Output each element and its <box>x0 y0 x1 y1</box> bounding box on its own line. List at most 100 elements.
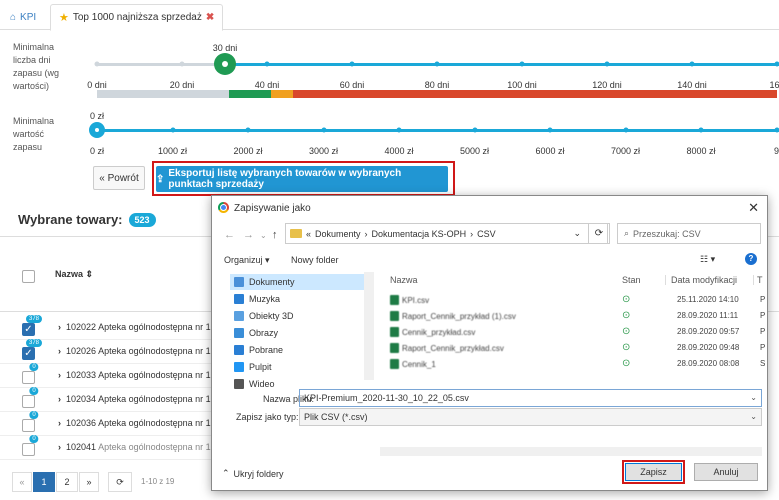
refresh-icon[interactable]: ⟳ <box>108 472 132 492</box>
slider-value-value: 0 zł <box>89 111 105 121</box>
close-tab-icon[interactable]: ✖ <box>206 6 214 30</box>
file-row[interactable]: Raport_Cennik_przykład.csv ⊙ 28.09.2020 09… <box>380 340 766 356</box>
up-arrow-icon[interactable]: ↑ <box>272 229 278 241</box>
slider-value-tick <box>170 127 175 133</box>
nav-item-obrazy[interactable]: Obrazy <box>234 325 278 341</box>
hide-folders-toggle[interactable]: ⌃ Ukryj foldery <box>222 468 284 479</box>
slider-days-track-right[interactable] <box>225 63 779 66</box>
row-checkbox[interactable] <box>22 443 35 456</box>
file-date: 28.09.2020 08:08 <box>677 359 740 368</box>
dialog-title: Zapisywanie jako <box>234 202 311 214</box>
chevron-right-icon[interactable]: › <box>58 322 61 332</box>
breadcrumb-csv[interactable]: CSV <box>477 229 496 239</box>
row-count-badge: 378 <box>25 339 43 347</box>
nav-item-pobrane[interactable]: Pobrane <box>234 342 283 358</box>
nav-item-pulpit[interactable]: Pulpit <box>234 359 272 375</box>
address-bar[interactable]: « Dokumenty › Dokumentacja KS-OPH › CSV … <box>285 223 608 244</box>
chevron-right-icon[interactable]: › <box>58 394 61 404</box>
sync-status-icon: ⊙ <box>622 310 631 321</box>
file-date: 28.09.2020 09:57 <box>677 327 740 336</box>
slider-value-tick-label: 1000 zł <box>157 146 188 156</box>
cancel-button[interactable]: Anuluj <box>694 463 758 481</box>
chevron-right-icon[interactable]: › <box>58 346 61 356</box>
breadcrumb-dokumenty[interactable]: Dokumenty <box>315 229 361 239</box>
chevron-down-icon[interactable]: ⌄ <box>573 228 581 239</box>
row-checkbox[interactable] <box>22 395 35 408</box>
pictures-icon <box>234 328 244 338</box>
nav-item-wideo[interactable]: Wideo <box>234 376 275 392</box>
filetype-select[interactable]: Plik CSV (*.csv) ⌄ <box>299 408 762 426</box>
table-row[interactable]: 0 › 102034 Apteka ogólnodostępna nr 1020 <box>0 387 226 412</box>
row-count-badge: 0 <box>29 435 39 443</box>
slider-value-handle[interactable] <box>89 122 105 138</box>
chevron-right-icon[interactable]: › <box>58 442 61 452</box>
row-checkbox[interactable] <box>22 371 35 384</box>
back-arrow-icon[interactable]: ← <box>224 229 235 241</box>
nav-item-obiekty-3d[interactable]: Obiekty 3D <box>234 308 294 324</box>
help-icon[interactable]: ? <box>745 253 757 265</box>
row-checkbox[interactable]: ✓ <box>22 323 35 336</box>
chevron-right-icon[interactable]: › <box>58 418 61 428</box>
file-row[interactable]: KPI.csv ⊙ 25.11.2020 14:10 P <box>380 292 765 308</box>
refresh-icon[interactable]: ⟳ <box>588 223 610 244</box>
chevron-right-icon[interactable]: › <box>58 370 61 380</box>
filename-input[interactable]: KPI-Premium_2020-11-30_10_22_05.csv ⌄ <box>299 389 762 407</box>
navigation-pane: Dokumenty Muzyka Obiekty 3D Obrazy Pobrane Pu… <box>222 272 374 389</box>
pager-page-2[interactable]: 2 <box>56 472 78 492</box>
search-input[interactable]: ⌕ Przeszukaj: CSV <box>617 223 761 244</box>
recent-dropdown-icon[interactable]: ⌄ <box>260 231 267 240</box>
save-dialog: Zapisywanie jako ✕ ← → ⌄ ↑ « Dokumenty ›… <box>211 195 768 491</box>
table-row[interactable]: 0 › 102041 Apteka ogólnodostępna nr 1020 <box>0 435 226 460</box>
table-row[interactable]: 0 › 102033 Apteka ogólnodostępna nr 1020 <box>0 363 226 388</box>
nav-scrollbar[interactable] <box>364 272 374 380</box>
new-folder-button[interactable]: Nowy folder <box>291 255 339 265</box>
table-row[interactable]: 0 › 102036 Apteka ogólnodostępna nr 1020 <box>0 411 226 436</box>
file-name: KPI.csv <box>390 295 429 305</box>
pager-first[interactable]: « <box>12 472 32 492</box>
pager-last[interactable]: » <box>79 472 99 492</box>
slider-days-track-left[interactable] <box>97 63 225 66</box>
organize-menu[interactable]: Organizuj ▾ <box>224 255 270 266</box>
color-bar-segment <box>292 90 777 98</box>
file-row[interactable]: Cennik_1 ⊙ 28.09.2020 08:08 S <box>380 356 765 372</box>
nav-item-muzyka[interactable]: Muzyka <box>234 291 280 307</box>
tab-kpi[interactable]: ⌂ KPI <box>2 4 44 31</box>
table-row[interactable]: ✓ 378 › 102026 Apteka ogólnodostępna nr 102… <box>0 339 226 364</box>
back-button[interactable]: « Powrót <box>93 166 145 190</box>
column-name[interactable]: Nazwa <box>390 275 418 285</box>
file-row[interactable]: Raport_Cennik_przykład (1).csv ⊙ 28.09.202… <box>380 308 765 324</box>
file-name: Raport_Cennik_przykład (1).csv <box>390 311 516 321</box>
column-status[interactable]: Stan <box>622 275 641 285</box>
highlight-box <box>152 161 455 196</box>
breadcrumb-dokumentacja[interactable]: Dokumentacja KS-OPH <box>372 229 467 239</box>
close-icon[interactable]: ✕ <box>748 200 759 216</box>
row-name: Apteka ogólnodostępna nr 1020 <box>98 370 226 380</box>
table-row[interactable]: ✓ 378 › 102022 Apteka ogólnodostępna nr 102… <box>0 315 226 340</box>
file-list-scrollbar[interactable] <box>380 447 762 456</box>
row-label: › 102026 Apteka ogólnodostępna nr 1020 <box>58 346 226 356</box>
forward-arrow-icon[interactable]: → <box>243 229 254 241</box>
slider-value-track[interactable] <box>97 129 779 132</box>
row-checkbox[interactable]: ✓ <box>22 347 35 360</box>
pager-page-1[interactable]: 1 <box>33 472 55 492</box>
nav-item-label: Obrazy <box>249 328 279 338</box>
slider-days-handle[interactable] <box>214 53 236 75</box>
file-type: P <box>760 343 766 352</box>
tab-top1000[interactable]: ★ Top 1000 najniższa sprzedaż ✖ <box>50 4 224 31</box>
select-all-checkbox[interactable] <box>22 270 35 283</box>
column-name-header[interactable]: Nazwa ⇕ <box>55 269 93 280</box>
row-count-badge: 0 <box>29 363 39 371</box>
nav-item-dokumenty[interactable]: Dokumenty <box>230 274 366 290</box>
folder-icon <box>290 229 302 238</box>
slider-value-tick <box>321 127 326 133</box>
row-checkbox[interactable] <box>22 419 35 432</box>
column-type[interactable]: T <box>753 275 763 285</box>
row-name: Apteka ogólnodostępna nr 1020 <box>98 394 226 404</box>
column-modified[interactable]: Data modyfikacji <box>665 275 737 285</box>
slider-days-tick <box>604 61 610 67</box>
dialog-toolbar: Organizuj ▾ Nowy folder ☷ ▾ ? <box>212 250 767 272</box>
row-name: Apteka ogólnodostępna nr 1020 <box>98 418 226 428</box>
file-row[interactable]: Cennik_przykład.csv ⊙ 28.09.2020 09:57 P <box>380 324 765 340</box>
slider-days-tick-label: 40 dni <box>254 80 280 90</box>
view-options-icon[interactable]: ☷ ▾ <box>700 254 715 265</box>
